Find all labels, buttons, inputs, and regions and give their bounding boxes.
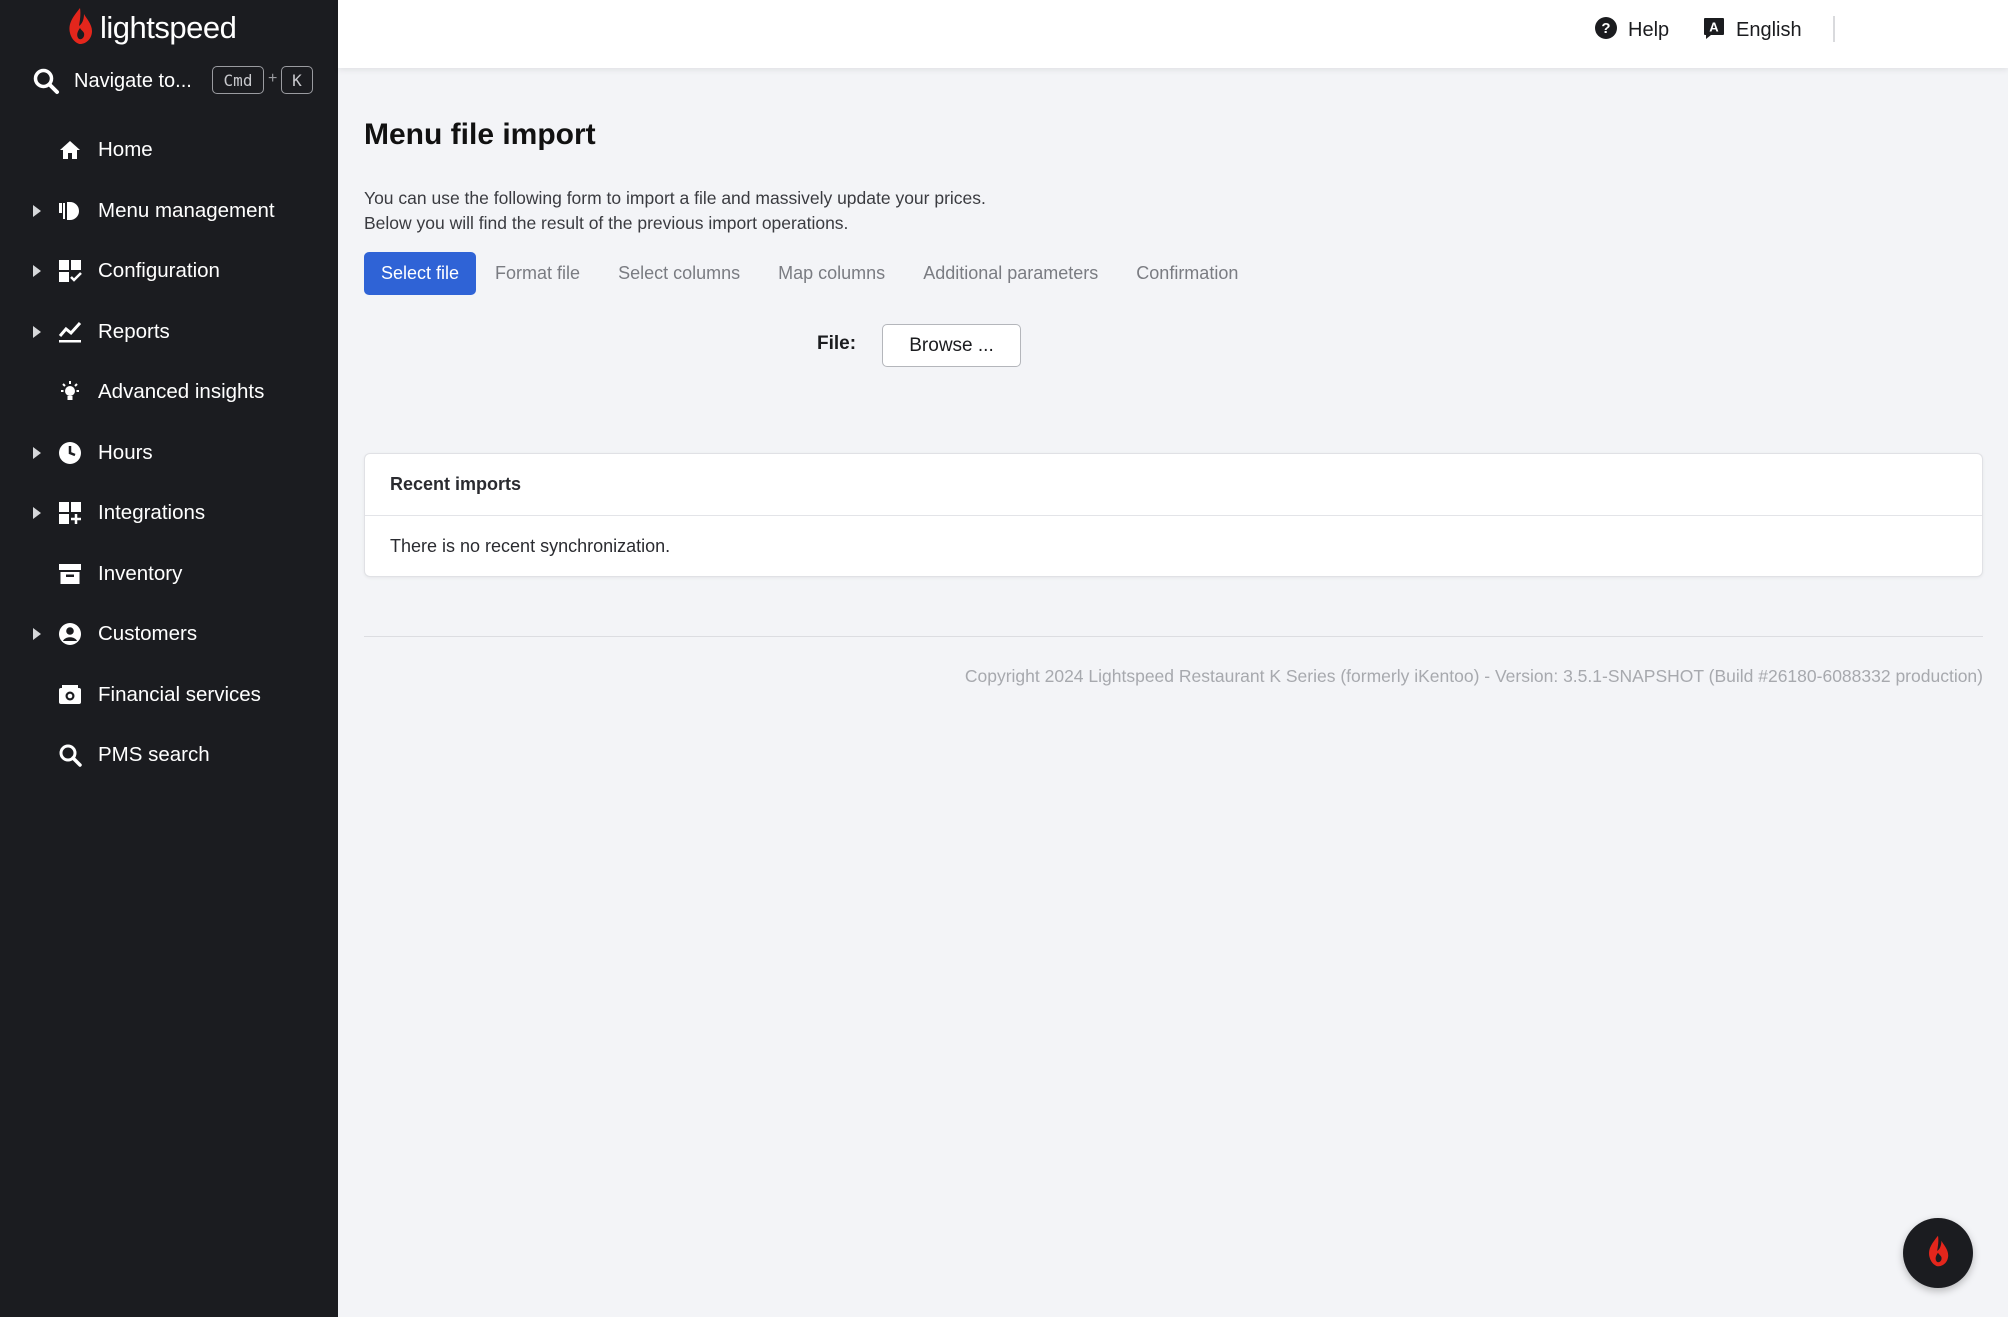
menu-icon <box>57 198 83 224</box>
camera-icon <box>57 682 83 708</box>
caret-right-icon[interactable] <box>33 628 41 641</box>
svg-text:A: A <box>1709 19 1719 34</box>
caret-right-icon[interactable] <box>33 204 41 217</box>
sidebar-item-label: Menu management <box>98 198 275 222</box>
sidebar-item-label: Customers <box>98 622 198 646</box>
sidebar-item-advanced-insights[interactable]: Advanced insights <box>0 362 338 423</box>
caret-right-icon[interactable] <box>33 265 41 278</box>
copyright-text: Copyright 2024 Lightspeed Restaurant K S… <box>964 666 1983 686</box>
sidebar-item-label: PMS search <box>98 743 210 767</box>
sidebar-item-label: Configuration <box>98 259 220 283</box>
sidebar-item-label: Hours <box>98 440 153 464</box>
step-additional-parameters[interactable]: Additional parameters <box>904 252 1117 295</box>
recent-imports-panel: Recent imports There is no recent synchr… <box>364 453 1983 577</box>
sidebar-item-label: Financial services <box>98 682 261 706</box>
configuration-icon <box>57 258 83 284</box>
language-selector[interactable]: A English <box>1702 16 1802 44</box>
search-icon <box>57 742 83 768</box>
flame-icon <box>66 6 94 51</box>
browse-button[interactable]: Browse ... <box>882 324 1021 367</box>
customer-icon <box>57 621 83 647</box>
sidebar-item-customers[interactable]: Customers <box>0 604 338 665</box>
top-bar: ? Help A English <box>338 0 2008 68</box>
svg-text:?: ? <box>1601 20 1610 37</box>
sidebar-item-configuration[interactable]: Configuration <box>0 241 338 302</box>
step-format-file[interactable]: Format file <box>476 252 599 295</box>
description-line: Below you will find the result of the pr… <box>364 213 849 233</box>
lightbulb-icon <box>57 379 83 405</box>
help-icon: ? <box>1594 16 1618 45</box>
sidebar-item-hours[interactable]: Hours <box>0 423 338 484</box>
lightspeed-logo[interactable]: lightspeed <box>66 4 237 52</box>
page-title: Menu file import <box>364 118 596 151</box>
sidebar-nav: Home Menu management Configuration Repor… <box>0 120 338 786</box>
caret-right-icon[interactable] <box>33 507 41 520</box>
help-button[interactable]: ? Help <box>1594 16 1669 44</box>
navigate-search[interactable]: Navigate to... Cmd + K <box>32 62 322 100</box>
sidebar-item-label: Reports <box>98 319 170 343</box>
recent-imports-empty: There is no recent synchronization. <box>390 536 671 556</box>
kbd-plus: + <box>268 70 278 87</box>
home-icon <box>57 137 83 163</box>
sidebar-item-label: Inventory <box>98 561 183 585</box>
sidebar-item-label: Integrations <box>98 501 206 525</box>
recent-imports-title: Recent imports <box>365 454 1982 516</box>
sidebar-item-menu-management[interactable]: Menu management <box>0 181 338 242</box>
support-chat-button[interactable] <box>1903 1218 1973 1288</box>
sidebar-item-financial-services[interactable]: Financial services <box>0 665 338 726</box>
step-map-columns[interactable]: Map columns <box>759 252 904 295</box>
integrations-icon <box>57 500 83 526</box>
step-select-file[interactable]: Select file <box>364 252 477 295</box>
language-label: English <box>1736 18 1802 41</box>
sidebar-item-label: Advanced insights <box>98 380 265 404</box>
sidebar-item-label: Home <box>98 138 153 162</box>
sidebar-item-integrations[interactable]: Integrations <box>0 483 338 544</box>
caret-right-icon[interactable] <box>33 325 41 338</box>
reports-icon <box>57 319 83 345</box>
logo-text: lightspeed <box>100 10 237 45</box>
navigate-search-label: Navigate to... <box>74 69 192 92</box>
search-icon <box>32 67 60 95</box>
page-description: You can use the following form to import… <box>364 186 986 236</box>
kbd-cmd: Cmd <box>212 66 264 94</box>
sidebar-item-home[interactable]: Home <box>0 120 338 181</box>
help-label: Help <box>1628 18 1670 41</box>
step-confirmation[interactable]: Confirmation <box>1117 252 1257 295</box>
sidebar-item-pms-search[interactable]: PMS search <box>0 725 338 786</box>
language-icon: A <box>1702 16 1726 45</box>
kbd-k: K <box>281 66 313 94</box>
import-steps: Select file Format file Select columns M… <box>364 252 1257 295</box>
footer-divider <box>364 636 1983 637</box>
caret-right-icon[interactable] <box>33 446 41 459</box>
file-label: File: <box>817 333 857 354</box>
description-line: You can use the following form to import… <box>364 188 986 208</box>
sidebar-item-inventory[interactable]: Inventory <box>0 544 338 605</box>
header-divider <box>1833 16 1835 42</box>
step-select-columns[interactable]: Select columns <box>599 252 759 295</box>
flame-icon <box>1925 1234 1951 1273</box>
sidebar: lightspeed Navigate to... Cmd + K Home M… <box>0 0 338 1317</box>
inventory-icon <box>57 561 83 587</box>
sidebar-item-reports[interactable]: Reports <box>0 302 338 363</box>
clock-icon <box>57 440 83 466</box>
